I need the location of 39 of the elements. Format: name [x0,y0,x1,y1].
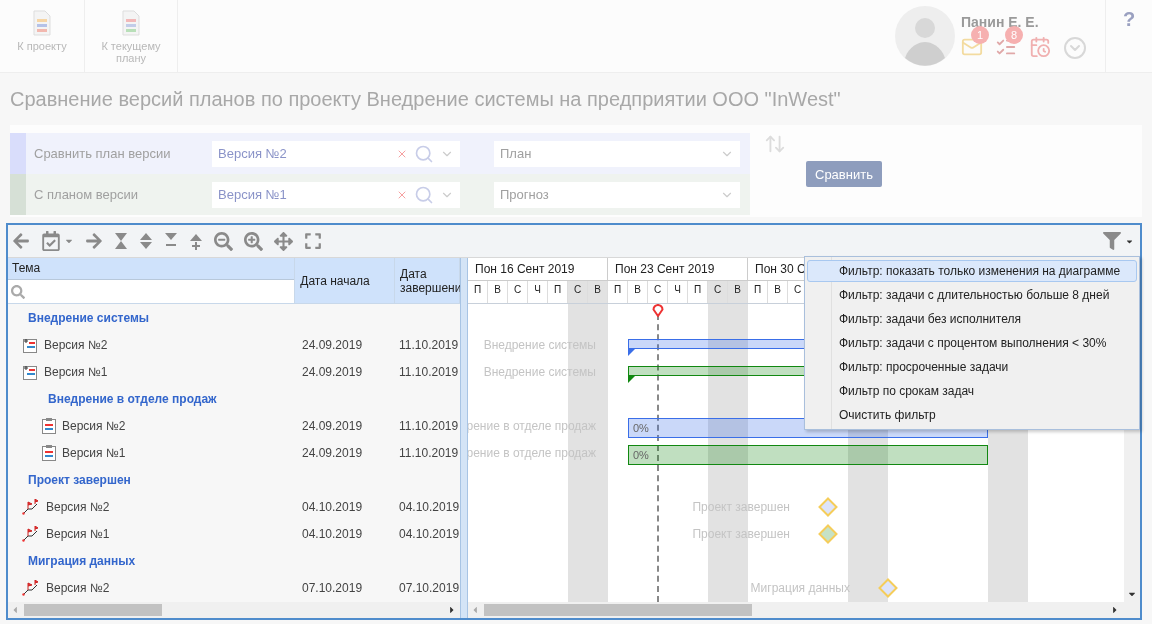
count-badge: 1 [971,26,989,44]
version-title: Версия №2 [46,499,110,514]
day-header: В [728,281,748,303]
end-date: 11.10.2019 [398,337,460,352]
start-date: 24.09.2019 [301,445,364,460]
bar-label: рение в отделе продаж [468,419,596,433]
start-date: 24.09.2019 [301,364,364,379]
start-date: 04.10.2019 [301,499,364,514]
end-date: 04.10.2019 [398,499,460,514]
version-title: Версия №1 [46,526,110,541]
end-date: 11.10.2019 [398,445,460,460]
bar-label: Внедрение системы [483,338,596,352]
end-date: 11.10.2019 [398,418,460,433]
bar-label: Миграция данных [750,581,850,595]
bar-label: Проект завершен [692,527,790,541]
bar-label: Проект завершен [692,500,790,514]
start-date: 24.09.2019 [301,418,364,433]
start-date: 07.10.2019 [301,580,364,595]
page-title: Сравнение версий планов по проекту Внедрение системы на предприятии ООО "InWest" [9,86,842,112]
day-header: С [568,281,588,303]
end-date: 11.10.2019 [398,364,460,379]
week-header: Пон 23 Сент 2019 [608,258,748,280]
start-date: 04.10.2019 [301,526,364,541]
compare-label: Сравнить план версии [33,146,172,161]
start-date: 24.09.2019 [301,337,364,352]
version-title: Версия №1 [62,445,126,460]
day-header: В [588,281,608,303]
bar-label: рение в отделе продаж [468,446,596,460]
version-title: Версия №2 [62,418,126,433]
day-header: С [708,281,728,303]
version-title: Версия №1 [44,364,108,379]
version-title: Версия №2 [44,337,108,352]
version-title: Версия №2 [46,580,110,595]
bar-label: Внедрение системы [483,365,596,379]
end-date: 04.10.2019 [398,526,460,541]
end-date: 07.10.2019 [398,580,460,595]
count-badge: 8 [1005,26,1023,44]
week-header: Пон 16 Сент 2019 [468,258,608,280]
compare-label: С планом версии [33,187,140,202]
